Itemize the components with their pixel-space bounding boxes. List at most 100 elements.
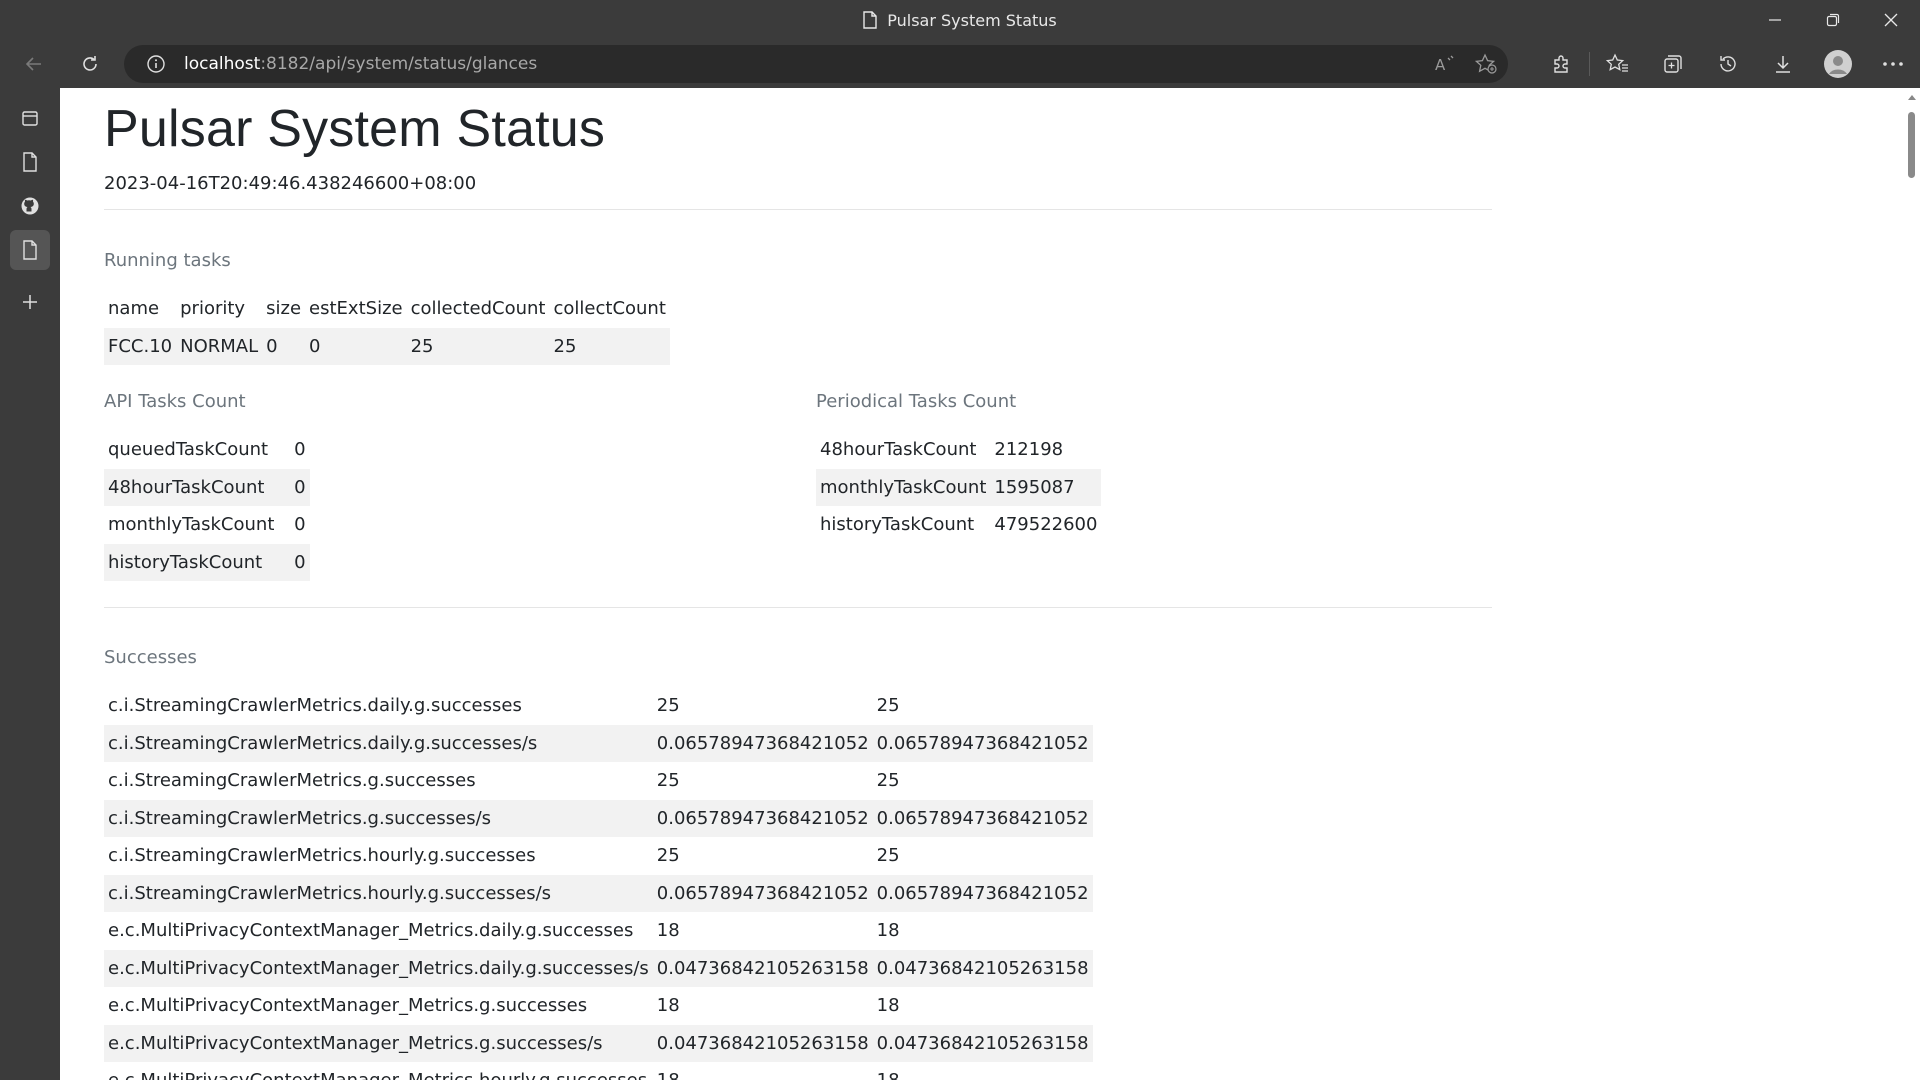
table-row: monthlyTaskCount 1595087: [816, 468, 1102, 506]
sidebar-item-document[interactable]: [10, 142, 50, 182]
close-icon: [1884, 13, 1898, 27]
page-viewport: Pulsar System Status 2023-04-16T20:49:46…: [60, 88, 1903, 1080]
successes-title: Successes: [104, 647, 197, 668]
table-cell: historyTaskCount: [104, 543, 291, 581]
tabs-icon: [22, 111, 38, 126]
table-cell: 0.06578947368421052: [652, 724, 873, 762]
table-cell: historyTaskCount: [820, 514, 975, 536]
table-row: e.c.MultiPrivacyContextManager_Metrics.d…: [104, 949, 1093, 987]
table-cell: 18: [876, 995, 900, 1017]
document-icon: [23, 240, 37, 260]
plus-icon: [23, 295, 37, 309]
table-cell: e.c.MultiPrivacyContextManager_Metrics.g…: [108, 995, 588, 1017]
table-cell: e.c.MultiPrivacyContextManager_Metrics.h…: [104, 1062, 653, 1080]
column-header: collectCount: [553, 298, 666, 320]
document-icon: [23, 152, 37, 172]
table-row: 48hourTaskCount 212198: [816, 431, 1101, 469]
column-header: name: [108, 298, 160, 320]
table-cell: 0.04736842105263158: [872, 1024, 1093, 1062]
address-bar-actions: A: [1434, 45, 1498, 83]
table-cell: 212198: [994, 439, 1064, 461]
profile-button[interactable]: [1810, 44, 1865, 84]
window-title: Pulsar System Status: [863, 11, 1057, 30]
back-arrow-icon: [25, 57, 41, 71]
github-icon: [21, 197, 39, 215]
table-cell: 0: [294, 439, 306, 461]
sidebar: [0, 88, 60, 1080]
table-cell: 25: [406, 327, 550, 365]
table-cell: 0.06578947368421052: [872, 724, 1093, 762]
table-row: historyTaskCount 479522600: [816, 506, 1101, 544]
table-cell: 0.06578947368421052: [652, 874, 873, 912]
sidebar-item-github[interactable]: [10, 186, 50, 226]
collections-icon: [1663, 55, 1682, 73]
content-container: Pulsar System Status 2023-04-16T20:49:46…: [104, 88, 1492, 1080]
more-menu-button[interactable]: [1865, 44, 1920, 84]
reload-button[interactable]: [66, 44, 114, 84]
table-row: e.c.MultiPrivacyContextManager_Metrics.g…: [104, 987, 1093, 1025]
table-row: c.i.StreamingCrawlerMetrics.daily.g.succ…: [104, 687, 1093, 725]
table-cell: 0.04736842105263158: [872, 949, 1093, 987]
table-row: e.c.MultiPrivacyContextManager_Metrics.d…: [104, 912, 1093, 950]
downloads-button[interactable]: [1755, 44, 1810, 84]
scroll-up-arrow-icon[interactable]: [1908, 95, 1916, 100]
table-cell: 18: [656, 920, 680, 942]
window-title-text: Pulsar System Status: [887, 10, 1057, 30]
window-titlebar: Pulsar System Status: [0, 0, 1920, 40]
url-host: localhost: [184, 54, 261, 74]
tab-actions-button[interactable]: [10, 98, 50, 138]
table-cell: 18: [873, 1062, 1093, 1080]
favorites-button[interactable]: [1590, 44, 1645, 84]
back-button[interactable]: [10, 44, 58, 84]
table-row: historyTaskCount 0: [104, 543, 310, 581]
history-icon: [1719, 56, 1736, 72]
table-row: c.i.StreamingCrawlerMetrics.hourly.g.suc…: [104, 874, 1093, 912]
column-header: size: [266, 298, 302, 320]
sidebar-item-active-page[interactable]: [10, 230, 50, 270]
table-row: c.i.StreamingCrawlerMetrics.g.successes/…: [104, 799, 1093, 837]
address-bar[interactable]: localhost:8182/api/system/status/glances…: [124, 45, 1508, 83]
restore-button[interactable]: [1804, 0, 1862, 40]
site-info-icon[interactable]: [146, 54, 166, 74]
collections-button[interactable]: [1645, 44, 1700, 84]
browser-toolbar: localhost:8182/api/system/status/glances…: [0, 40, 1920, 88]
minimize-icon: [1769, 19, 1781, 21]
table-cell: 0: [290, 543, 310, 581]
table-cell: 0: [290, 468, 310, 506]
history-button[interactable]: [1700, 44, 1755, 84]
divider: [104, 209, 1492, 210]
table-cell: 0.06578947368421052: [872, 799, 1093, 837]
url-path: :8182/api/system/status/glances: [260, 54, 538, 74]
read-aloud-icon[interactable]: A: [1434, 54, 1456, 74]
scrollbar-thumb[interactable]: [1908, 112, 1915, 178]
puzzle-icon: [1553, 55, 1568, 73]
table-cell: 0.04736842105263158: [652, 1024, 873, 1062]
timestamp: 2023-04-16T20:49:46.438246600+08:00: [104, 173, 477, 194]
close-window-button[interactable]: [1862, 0, 1920, 40]
periodical-tasks-table: 48hourTaskCount 212198 monthlyTaskCount 15…: [816, 431, 1102, 544]
minimize-button[interactable]: [1746, 0, 1804, 40]
toolbar-right-actions: [1534, 40, 1920, 88]
table-row: c.i.StreamingCrawlerMetrics.g.successes 2…: [104, 762, 1093, 800]
table-cell: 18: [656, 995, 680, 1017]
download-icon: [1775, 56, 1790, 73]
table-row: c.i.StreamingCrawlerMetrics.hourly.g.suc…: [104, 837, 1093, 875]
table-row: e.c.MultiPrivacyContextManager_Metrics.h…: [104, 1062, 1093, 1080]
table-cell: e.c.MultiPrivacyContextManager_Metrics.d…: [104, 949, 653, 987]
sidebar-add-button[interactable]: [10, 282, 50, 322]
extensions-button[interactable]: [1534, 44, 1589, 84]
table-cell: 48hourTaskCount: [104, 468, 291, 506]
table-cell: e.c.MultiPrivacyContextManager_Metrics.g…: [104, 1024, 653, 1062]
periodical-tasks-title: Periodical Tasks Count: [816, 391, 1017, 412]
vertical-scrollbar[interactable]: [1903, 88, 1920, 1080]
table-row: 48hourTaskCount 0: [104, 468, 310, 506]
table-cell: c.i.StreamingCrawlerMetrics.daily.g.succ…: [104, 724, 653, 762]
table-cell: 25: [876, 770, 900, 792]
table-cell: e.c.MultiPrivacyContextManager_Metrics.d…: [108, 920, 634, 942]
table-cell: 18: [876, 920, 900, 942]
successes-table: c.i.StreamingCrawlerMetrics.daily.g.succ…: [104, 687, 1093, 1080]
table-cell: c.i.StreamingCrawlerMetrics.g.successes/…: [104, 799, 653, 837]
table-cell: 0: [294, 514, 306, 536]
table-cell: 48hourTaskCount: [820, 439, 977, 461]
add-favorite-icon[interactable]: [1474, 53, 1498, 75]
